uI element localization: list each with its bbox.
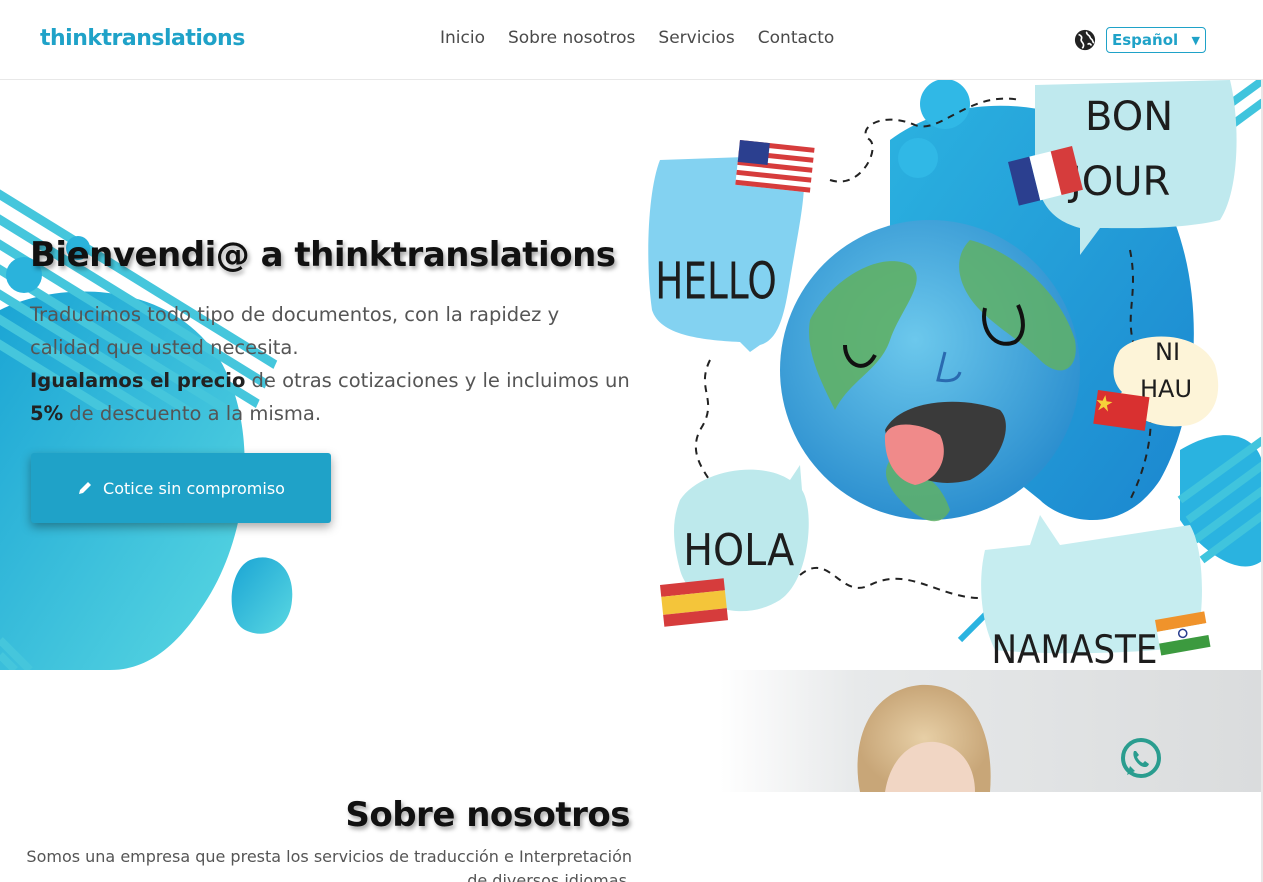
nav-links: Inicio Sobre nosotros Servicios Contacto	[440, 28, 834, 48]
globe-icon	[1074, 29, 1096, 51]
whatsapp-icon[interactable]	[1117, 735, 1165, 783]
nav-link-contacto[interactable]: Contacto	[758, 28, 835, 48]
hola-word: HOLA	[683, 524, 794, 576]
quote-button-label: Cotice sin compromiso	[103, 478, 285, 498]
pencil-icon	[79, 482, 92, 494]
language-select[interactable]: Español ▼	[1106, 27, 1206, 53]
about-section: Sobre nosotros Somos una empresa que pre…	[0, 670, 1263, 882]
brand-logo[interactable]: thinktranslations	[40, 26, 245, 51]
hero-bold-price: Igualamos el precio	[30, 369, 246, 392]
hero-bold-discount: 5%	[30, 402, 64, 425]
hero-description: Traducimos todo tipo de documentos, con …	[30, 298, 630, 430]
chevron-down-icon: ▼	[1191, 33, 1200, 47]
hero-title: Bienvendi@ a thinktranslations	[30, 235, 616, 275]
hello-word: HELLO	[655, 253, 777, 311]
hero-line-2: de otras cotizaciones y le incluimos un	[245, 369, 630, 392]
page: thinktranslations Inicio Sobre nosotros …	[0, 0, 1263, 882]
hero-section: Bienvendi@ a thinktranslations Traducimo…	[0, 80, 1263, 670]
nav-link-inicio[interactable]: Inicio	[440, 28, 485, 48]
nav-link-servicios[interactable]: Servicios	[658, 28, 734, 48]
quote-button[interactable]: Cotice sin compromiso	[31, 453, 331, 523]
language-select-value: Español	[1112, 31, 1179, 49]
hero-line-1: Traducimos todo tipo de documentos, con …	[30, 303, 560, 359]
nav-link-sobre-nosotros[interactable]: Sobre nosotros	[508, 28, 635, 48]
world-languages-illustration: HELLO BON JOUR NI HAU HOLA NAMASTE	[648, 80, 1263, 670]
jour-word: JOUR	[1067, 159, 1170, 205]
about-description: Somos una empresa que presta los servici…	[26, 847, 632, 882]
namaste-word: NAMASTE	[992, 627, 1158, 670]
bon-word: BON	[1085, 94, 1173, 140]
woman-photo	[720, 670, 1263, 792]
navbar: thinktranslations Inicio Sobre nosotros …	[0, 0, 1263, 80]
ni-word: NI	[1155, 338, 1180, 366]
about-title: Sobre nosotros	[345, 795, 630, 835]
hero-line-3: de descuento a la misma.	[63, 402, 322, 425]
